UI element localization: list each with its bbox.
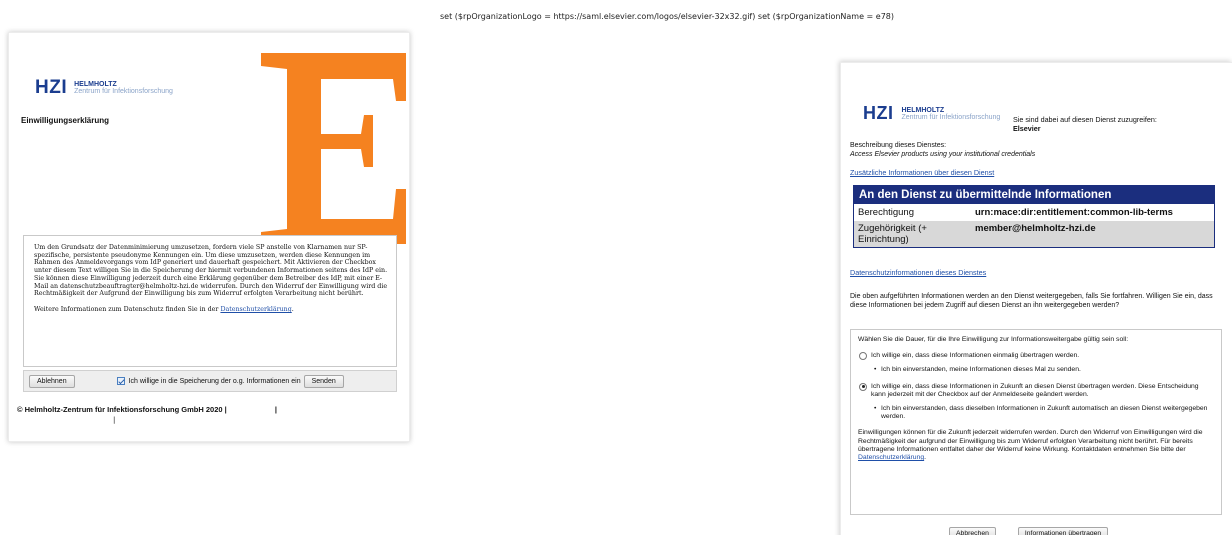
service-description-text: Access Elsevier products using your inst… <box>850 150 1036 158</box>
elsevier-logo-icon <box>261 53 406 244</box>
cancel-button[interactable]: Abbrechen <box>949 527 996 535</box>
service-access-info: Sie sind dabei auf diesen Dienst zuzugre… <box>1013 115 1157 133</box>
service-name: Elsevier <box>1013 124 1041 133</box>
table-row: Berechtigung urn:mace:dir:entitlement:co… <box>854 204 1214 220</box>
duration-prompt: Wählen Sie die Dauer, für die Ihre Einwi… <box>858 336 1129 343</box>
table-row: Zugehörigkeit (+ Einrichtung) member@hel… <box>854 220 1214 247</box>
hzi-logo-mark: HZI <box>35 77 68 98</box>
option-once-label[interactable]: Ich willige ein, dass diese Informatione… <box>871 352 1079 360</box>
consent-more-suffix: . <box>291 305 294 313</box>
radio-future[interactable] <box>859 382 867 391</box>
service-description-label: Beschreibung dieses Dienstes: <box>850 142 947 149</box>
hzi-logo: HZI HELMHOLTZ Zentrum für Infektionsfors… <box>863 103 1000 124</box>
privacy-policy-link[interactable]: Datenschutzerklärung <box>858 454 924 461</box>
option-future-bullet: Ich bin einverstanden, dass dieselben In… <box>881 405 1208 421</box>
hzi-logo: HZI HELMHOLTZ Zentrum für Infektionsfors… <box>35 77 173 99</box>
service-more-info-link[interactable]: Zusätzliche Informationen über diesen Di… <box>850 168 994 177</box>
hzi-logo-subtitle: Zentrum für Infektionsforschung <box>74 88 173 95</box>
attribute-value: urn:mace:dir:entitlement:common-lib-term… <box>975 207 1173 218</box>
option-once[interactable]: Ich willige ein, dass diese Informatione… <box>858 352 1214 361</box>
option-future-label[interactable]: Ich willige ein, dass diese Informatione… <box>871 383 1214 399</box>
bullet-icon: • <box>874 405 877 413</box>
service-description: Beschreibung dieses Dienstes: Access Els… <box>850 142 1035 159</box>
service-privacy-link[interactable]: Datenschutzinformationen dieses Dienstes <box>850 268 986 277</box>
hzi-logo-helmholtz: HELMHOLTZ <box>74 81 117 88</box>
footer-mark: | <box>113 416 116 424</box>
reject-button[interactable]: Ablehnen <box>29 374 75 388</box>
attribute-name: Berechtigung <box>858 207 914 218</box>
consent-checkbox[interactable] <box>116 377 125 385</box>
footer-separator: | <box>274 405 277 414</box>
consent-checkbox-label[interactable]: Ich willige in die Speicherung der o.g. … <box>129 378 301 385</box>
footer: © Helmholtz-Zentrum für Infektionsforsch… <box>17 405 277 414</box>
consent-more-prefix: Weitere Informationen zum Datenschutz fi… <box>34 305 219 313</box>
option-once-bullet: Ich bin einverstanden, meine Information… <box>881 366 1081 374</box>
release-info-text: Die oben aufgeführten Informationen werd… <box>850 293 1213 309</box>
attribute-value: member@helmholtz-hzi.de <box>975 223 1096 234</box>
hzi-logo-helmholtz: HELMHOLTZ <box>901 106 945 114</box>
bullet-icon: • <box>874 366 877 374</box>
attribute-release-panel: HZI HELMHOLTZ Zentrum für Infektionsfors… <box>840 62 1232 535</box>
consent-text: Um den Grundsatz der Datenminimierung um… <box>34 244 388 298</box>
consent-duration-box: Wählen Sie die Dauer, für die Ihre Einwi… <box>850 329 1222 515</box>
transfer-button[interactable]: Informationen übertragen <box>1017 527 1109 535</box>
debug-text: set ($rpOrganizationLogo = https://saml.… <box>440 12 895 21</box>
send-button[interactable]: Senden <box>303 374 344 388</box>
consent-panel: HZI HELMHOLTZ Zentrum für Infektionsfors… <box>8 32 410 442</box>
option-once-detail: • Ich bin einverstanden, meine Informati… <box>874 366 1214 374</box>
option-future[interactable]: Ich willige ein, dass diese Informatione… <box>858 382 1214 399</box>
page-title: Einwilligungserklärung <box>21 116 110 125</box>
radio-once[interactable] <box>859 352 867 361</box>
attribute-table: An den Dienst zu übermittelnde Informati… <box>853 185 1215 248</box>
consent-more-info: Weitere Informationen zum Datenschutz fi… <box>34 306 388 313</box>
hzi-logo-subtitle: Zentrum für Infektionsforschung <box>901 113 1001 121</box>
footer-copyright: © Helmholtz-Zentrum für Infektionsforsch… <box>17 405 227 414</box>
attribute-name: Zugehörigkeit (+ Einrichtung) <box>858 223 927 245</box>
revoke-note: Einwilligungen können für die Zukunft je… <box>858 429 1214 462</box>
consent-action-bar: Ablehnen Ich willige in die Speicherung … <box>23 370 397 392</box>
release-buttons: Abbrechen Informationen übertragen <box>949 527 1109 535</box>
revoke-text: Einwilligungen können für die Zukunft je… <box>858 429 1203 453</box>
access-intro: Sie sind dabei auf diesen Dienst zuzugre… <box>1013 115 1157 124</box>
revoke-suffix: . <box>924 454 927 462</box>
option-future-detail: • Ich bin einverstanden, dass dieselben … <box>874 405 1214 421</box>
hzi-logo-mark: HZI <box>863 103 894 123</box>
consent-text-box: Um den Grundsatz der Datenminimierung um… <box>23 235 397 367</box>
privacy-policy-link[interactable]: Datenschutzerklärung <box>220 306 291 313</box>
attribute-table-header: An den Dienst zu übermittelnde Informati… <box>854 186 1214 204</box>
